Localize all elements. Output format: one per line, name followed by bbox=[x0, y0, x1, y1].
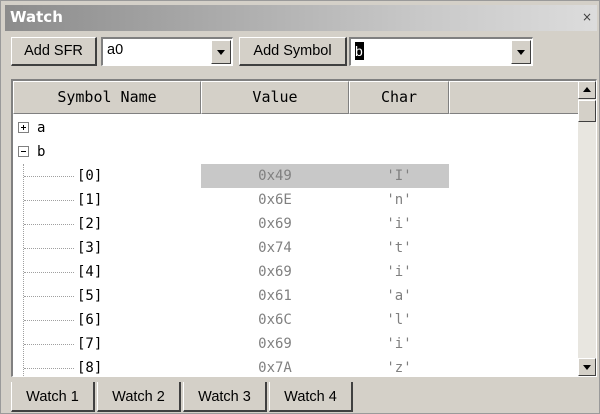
add-symbol-button[interactable]: Add Symbol bbox=[239, 37, 347, 66]
table-row[interactable]: [8] 0x7A'z' bbox=[13, 356, 579, 376]
tab-watch-3[interactable]: Watch 3 bbox=[183, 382, 267, 412]
tree-branch bbox=[24, 296, 74, 297]
char-cell[interactable]: 'l' bbox=[349, 308, 449, 332]
tree-node-b[interactable]: b bbox=[13, 140, 579, 164]
value-cell[interactable]: 0x7A bbox=[201, 356, 349, 376]
scroll-up-button[interactable] bbox=[578, 81, 596, 99]
value-cell[interactable]: 0x69 bbox=[201, 212, 349, 236]
element-index: [3] bbox=[77, 240, 103, 256]
tree-branch bbox=[24, 368, 74, 369]
tree-branch bbox=[24, 344, 74, 345]
element-index: [2] bbox=[77, 216, 103, 232]
vertical-scrollbar[interactable] bbox=[578, 81, 596, 376]
watch-grid[interactable]: Symbol Name Value Char a b [0] 0x49 'I' [1]… bbox=[11, 79, 597, 377]
table-row[interactable]: [1] 0x6E'n' bbox=[13, 188, 579, 212]
element-index: [1] bbox=[77, 192, 103, 208]
column-header-char[interactable]: Char bbox=[349, 81, 449, 114]
table-row[interactable]: [2] 0x69'i' bbox=[13, 212, 579, 236]
element-index: [7] bbox=[77, 336, 103, 352]
column-header-spacer bbox=[449, 81, 579, 114]
char-cell[interactable]: 'i' bbox=[349, 260, 449, 284]
value-cell[interactable]: 0x69 bbox=[201, 260, 349, 284]
value-cell[interactable]: 0x6E bbox=[201, 188, 349, 212]
element-index: [6] bbox=[77, 312, 103, 328]
column-header-value[interactable]: Value bbox=[201, 81, 349, 114]
sfr-combo-value: a0 bbox=[107, 42, 124, 58]
table-row[interactable]: [6] 0x6C'l' bbox=[13, 308, 579, 332]
chevron-down-icon bbox=[583, 365, 591, 370]
tree-branch bbox=[24, 176, 74, 177]
value-cell[interactable]: 0x49 bbox=[201, 164, 349, 188]
symbol-combo-value: b bbox=[355, 42, 364, 60]
grid-header: Symbol Name Value Char bbox=[13, 81, 579, 114]
node-label: b bbox=[37, 144, 46, 160]
char-cell[interactable]: 'I' bbox=[349, 164, 449, 188]
close-icon[interactable]: × bbox=[579, 9, 595, 25]
sfr-combo[interactable]: a0 bbox=[101, 37, 233, 66]
value-cell[interactable]: 0x74 bbox=[201, 236, 349, 260]
element-index: [4] bbox=[77, 264, 103, 280]
grid-rows: a b [0] 0x49 'I' [1] 0x6E'n' [2] 0x69'i' [3] 0x7… bbox=[13, 116, 579, 376]
chevron-down-icon bbox=[517, 50, 525, 55]
watch-window: Watch × Add SFR a0 Add Symbol b Symbol N… bbox=[0, 0, 600, 414]
symbol-dropdown-button[interactable] bbox=[511, 40, 531, 64]
table-row[interactable]: [3] 0x74't' bbox=[13, 236, 579, 260]
window-title: Watch bbox=[10, 8, 63, 26]
add-sfr-button[interactable]: Add SFR bbox=[11, 37, 97, 66]
tree-node-a[interactable]: a bbox=[13, 116, 579, 140]
watch-tabs: Watch 1 Watch 2 Watch 3 Watch 4 bbox=[11, 382, 591, 412]
table-row[interactable]: [4] 0x69'i' bbox=[13, 260, 579, 284]
tree-branch bbox=[24, 272, 74, 273]
table-row[interactable]: [5] 0x61'a' bbox=[13, 284, 579, 308]
table-row[interactable]: [0] 0x49 'I' bbox=[13, 164, 579, 188]
node-label: a bbox=[37, 120, 46, 136]
value-cell[interactable]: 0x69 bbox=[201, 332, 349, 356]
scroll-thumb[interactable] bbox=[578, 100, 596, 122]
element-index: [8] bbox=[77, 360, 103, 376]
tab-watch-4[interactable]: Watch 4 bbox=[269, 382, 353, 412]
char-cell[interactable]: 'n' bbox=[349, 188, 449, 212]
tree-branch bbox=[24, 320, 74, 321]
column-header-symbol-name[interactable]: Symbol Name bbox=[13, 81, 201, 114]
collapse-icon[interactable] bbox=[18, 146, 29, 157]
value-cell[interactable]: 0x6C bbox=[201, 308, 349, 332]
table-row[interactable]: [7] 0x69'i' bbox=[13, 332, 579, 356]
tree-branch bbox=[24, 248, 74, 249]
value-cell[interactable]: 0x61 bbox=[201, 284, 349, 308]
chevron-up-icon bbox=[583, 87, 591, 92]
title-bar[interactable]: Watch × bbox=[5, 5, 597, 31]
symbol-combo[interactable]: b bbox=[349, 37, 533, 66]
element-index: [0] bbox=[77, 168, 103, 184]
tab-watch-1[interactable]: Watch 1 bbox=[11, 382, 95, 412]
sfr-dropdown-button[interactable] bbox=[211, 40, 231, 64]
scroll-down-button[interactable] bbox=[578, 358, 596, 376]
tree-branch bbox=[24, 224, 74, 225]
tree-branch bbox=[24, 200, 74, 201]
char-cell[interactable]: 't' bbox=[349, 236, 449, 260]
element-index: [5] bbox=[77, 288, 103, 304]
chevron-down-icon bbox=[217, 50, 225, 55]
toolbar: Add SFR a0 Add Symbol b bbox=[11, 37, 591, 73]
char-cell[interactable]: 'z' bbox=[349, 356, 449, 376]
expand-icon[interactable] bbox=[18, 122, 29, 133]
char-cell[interactable]: 'a' bbox=[349, 284, 449, 308]
char-cell[interactable]: 'i' bbox=[349, 332, 449, 356]
char-cell[interactable]: 'i' bbox=[349, 212, 449, 236]
tab-watch-2[interactable]: Watch 2 bbox=[97, 382, 181, 412]
